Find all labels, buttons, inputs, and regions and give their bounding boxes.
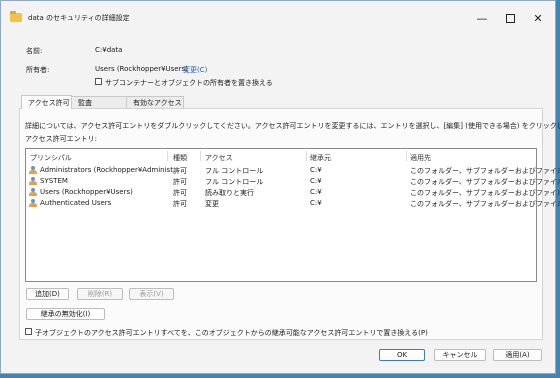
header-principal[interactable]: プリンシパル xyxy=(30,153,72,163)
replace-child-permissions-checkbox[interactable] xyxy=(25,328,32,335)
tab-permissions[interactable]: アクセス許可 xyxy=(21,95,72,109)
row-type[interactable]: 許可 xyxy=(173,199,187,209)
title-bar[interactable]: data のセキュリティの詳細設定 — ✕ xyxy=(1,1,555,35)
advanced-security-window: data のセキュリティの詳細設定 — ✕ 名前: C:¥data 所有者: U… xyxy=(0,0,560,374)
remove-button[interactable]: 削除(R) xyxy=(77,288,123,300)
row-inherited-from[interactable]: C:¥ xyxy=(310,188,322,196)
minimize-button[interactable]: — xyxy=(471,9,493,27)
replace-child-permissions-label[interactable]: 子オブジェクトのアクセス許可エントリすべてを、このオブジェクトからの継承可能なア… xyxy=(35,328,428,338)
tab-strip: アクセス許可 監査 有効なアクセス xyxy=(21,95,184,109)
permission-entries-table[interactable]: プリンシパル 種類 アクセス 継承元 適用先 Administrators (R… xyxy=(25,148,560,282)
user-group-icon xyxy=(29,166,38,174)
row-access[interactable]: 読み取りと実行 xyxy=(205,188,254,198)
row-principal[interactable]: Administrators (Rockhopper¥Administ... xyxy=(40,166,180,174)
row-access[interactable]: 変更 xyxy=(205,199,219,209)
column-divider[interactable] xyxy=(306,151,307,161)
window-title: data のセキュリティの詳細設定 xyxy=(28,14,130,22)
add-button[interactable]: 追加(D) xyxy=(26,288,69,300)
header-access[interactable]: アクセス xyxy=(205,153,233,163)
column-divider[interactable] xyxy=(167,151,168,161)
name-value: C:¥data xyxy=(95,46,123,54)
replace-owner-checkbox[interactable] xyxy=(95,78,102,85)
row-principal[interactable]: Users (Rockhopper¥Users) xyxy=(40,188,133,196)
row-applies-to[interactable]: このフォルダー、サブフォルダーおよびファイル xyxy=(410,188,560,198)
description-text: 詳細については、アクセス許可エントリをダブルクリックしてください。アクセス許可エ… xyxy=(25,122,560,130)
header-applies-to[interactable]: 適用先 xyxy=(410,153,431,163)
maximize-icon xyxy=(505,13,515,23)
row-inherited-from[interactable]: C:¥ xyxy=(310,166,322,174)
row-principal[interactable]: Authenticated Users xyxy=(40,199,111,207)
row-access[interactable]: フル コントロール xyxy=(205,166,263,176)
apply-button[interactable]: 適用(A) xyxy=(493,349,542,361)
user-group-icon xyxy=(29,188,38,196)
row-type[interactable]: 許可 xyxy=(173,188,187,198)
column-divider[interactable] xyxy=(200,151,201,161)
ok-button[interactable]: OK xyxy=(379,349,425,361)
row-type[interactable]: 許可 xyxy=(173,166,187,176)
row-applies-to[interactable]: このフォルダー、サブフォルダーおよびファイル xyxy=(410,199,560,209)
row-access[interactable]: フル コントロール xyxy=(205,177,263,187)
name-label: 名前: xyxy=(26,47,43,55)
row-inherited-from[interactable]: C:¥ xyxy=(310,199,322,207)
cancel-button[interactable]: キャンセル xyxy=(434,349,486,361)
user-group-icon xyxy=(29,199,38,207)
disable-inheritance-button[interactable]: 継承の無効化(I) xyxy=(26,308,105,320)
change-owner-link[interactable]: 変更(C) xyxy=(183,65,207,75)
column-divider[interactable] xyxy=(406,151,407,161)
maximize-button[interactable] xyxy=(499,9,521,27)
replace-owner-label[interactable]: サブコンテナーとオブジェクトの所有者を置き換える xyxy=(105,78,273,88)
header-type[interactable]: 種類 xyxy=(173,153,187,163)
row-type[interactable]: 許可 xyxy=(173,177,187,187)
header-inherited-from[interactable]: 継承元 xyxy=(310,153,331,163)
entries-label: アクセス許可エントリ: xyxy=(25,135,98,143)
owner-label: 所有者: xyxy=(26,66,50,74)
view-button[interactable]: 表示(V) xyxy=(129,288,174,300)
row-inherited-from[interactable]: C:¥ xyxy=(310,177,322,185)
user-group-icon xyxy=(29,177,38,185)
row-applies-to[interactable]: このフォルダー、サブフォルダーおよびファイル xyxy=(410,166,560,176)
owner-value: Users (Rockhopper¥Users) xyxy=(95,65,188,73)
row-applies-to[interactable]: このフォルダー、サブフォルダーおよびファイル xyxy=(410,177,560,187)
close-button[interactable]: ✕ xyxy=(527,9,549,27)
folder-icon xyxy=(10,11,22,22)
row-principal[interactable]: SYSTEM xyxy=(40,177,68,185)
